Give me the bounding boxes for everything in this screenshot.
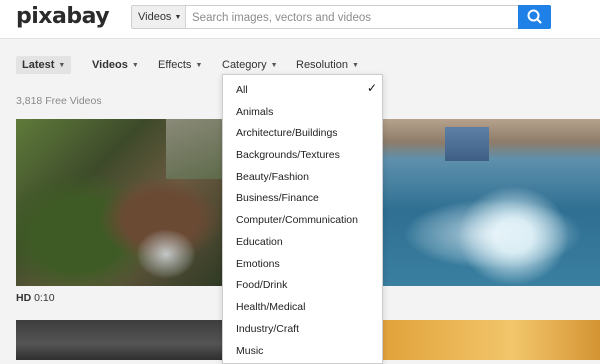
filter-category-label: Category — [222, 59, 267, 71]
filter-category-button[interactable]: Category ▼ — [222, 56, 278, 74]
category-dropdown-menu: All Animals Architecture/Buildings Backg… — [222, 74, 383, 364]
category-option[interactable]: Music — [236, 342, 263, 360]
video-meta: HD 0:10 — [16, 292, 55, 304]
search-icon — [527, 9, 542, 24]
category-option[interactable]: Health/Medical — [236, 298, 305, 316]
media-type-label: Videos — [138, 11, 172, 23]
media-type-select[interactable]: Videos ▼ — [132, 6, 186, 28]
category-option[interactable]: Architecture/Buildings — [236, 124, 338, 142]
thumbnail-detail — [166, 119, 223, 179]
video-thumbnail[interactable] — [16, 320, 223, 360]
search-input[interactable] — [190, 7, 520, 29]
chevron-down-icon: ▼ — [351, 62, 359, 69]
filter-effects-button[interactable]: Effects ▼ — [158, 56, 202, 74]
category-option[interactable]: Food/Drink — [236, 276, 287, 294]
checkmark-icon: ✓ — [367, 81, 378, 95]
quality-badge: HD — [16, 292, 32, 304]
category-option[interactable]: Emotions — [236, 255, 280, 273]
thumbnail-detail — [136, 229, 196, 279]
sort-latest-label: Latest — [22, 59, 55, 71]
chevron-down-icon: ▼ — [58, 62, 66, 69]
category-option[interactable]: Animals — [236, 103, 273, 121]
filter-effects-label: Effects — [158, 59, 192, 71]
category-option[interactable]: Business/Finance — [236, 189, 319, 207]
filter-resolution-label: Resolution — [296, 59, 348, 71]
results-count: 3,818 Free Videos — [16, 95, 102, 107]
video-thumbnail[interactable] — [16, 119, 223, 286]
search-button[interactable] — [518, 5, 551, 29]
chevron-down-icon: ▼ — [131, 62, 139, 69]
top-header: pixabay Videos ▼ — [0, 0, 600, 39]
category-option[interactable]: Industry/Craft — [236, 320, 299, 338]
category-option[interactable]: All — [236, 81, 248, 99]
filter-resolution-button[interactable]: Resolution ▼ — [296, 56, 359, 74]
category-option[interactable]: Education — [236, 233, 283, 251]
video-thumbnail[interactable] — [383, 320, 600, 360]
chevron-down-icon: ▼ — [270, 62, 278, 69]
chevron-down-icon: ▼ — [174, 14, 182, 21]
filter-videos-button[interactable]: Videos ▼ — [92, 56, 139, 74]
category-option[interactable]: Backgrounds/Textures — [236, 146, 340, 164]
video-duration: 0:10 — [34, 292, 55, 304]
video-thumbnail[interactable] — [383, 119, 600, 286]
thumbnail-detail — [403, 199, 583, 269]
thumbnail-detail — [445, 127, 489, 161]
site-logo[interactable]: pixabay — [16, 4, 110, 29]
search-bar: Videos ▼ — [131, 5, 551, 29]
category-option[interactable]: Computer/Communication — [236, 211, 358, 229]
filter-videos-label: Videos — [92, 59, 128, 71]
chevron-down-icon: ▼ — [195, 62, 203, 69]
sort-latest-button[interactable]: Latest ▼ — [16, 56, 72, 74]
category-option[interactable]: Beauty/Fashion — [236, 168, 309, 186]
